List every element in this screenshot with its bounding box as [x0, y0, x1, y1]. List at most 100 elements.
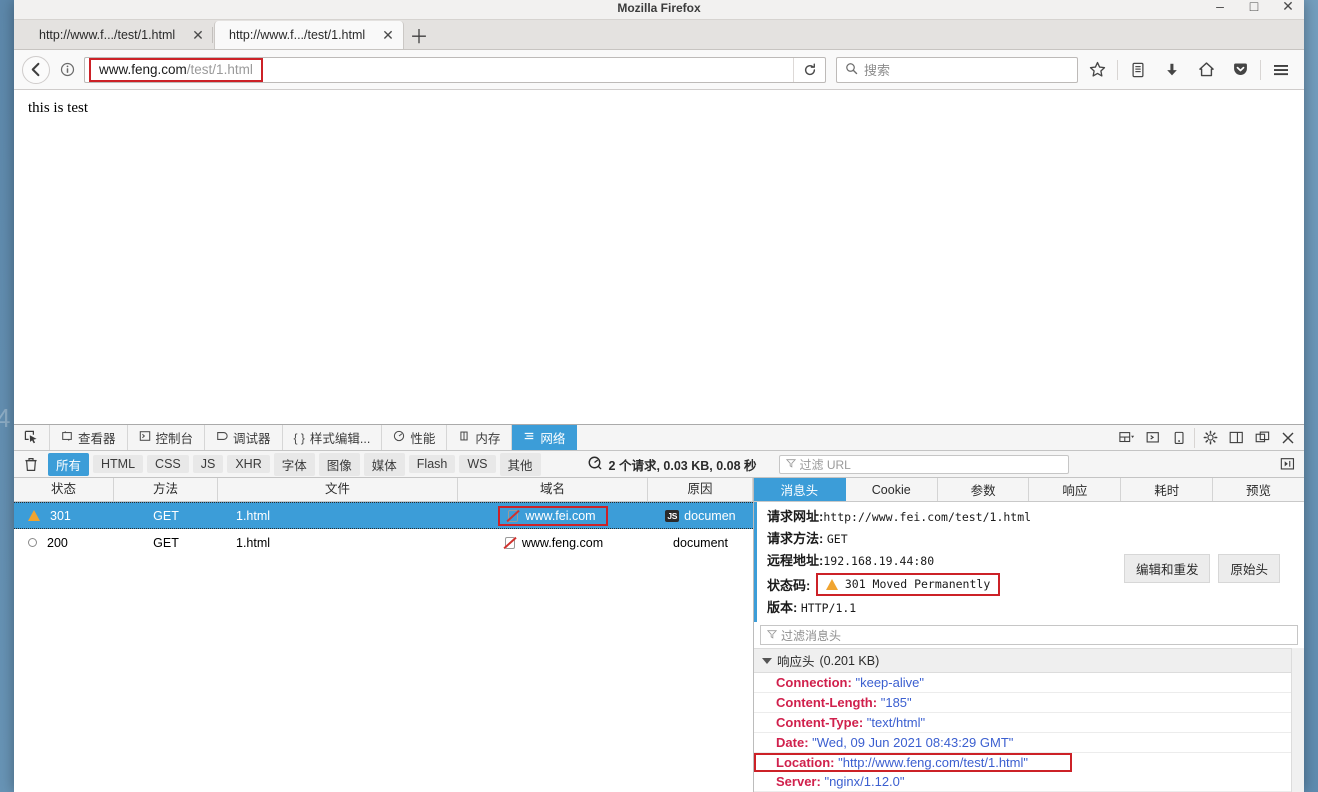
details-tab-cookies[interactable]: Cookie: [846, 478, 938, 501]
persist-logs-icon[interactable]: [1276, 457, 1298, 471]
filter-chip-css[interactable]: CSS: [147, 455, 189, 473]
search-input[interactable]: 搜索: [864, 60, 890, 79]
bookmark-star-icon[interactable]: [1082, 55, 1112, 85]
responsive-layout-icon[interactable]: [1115, 426, 1139, 450]
filter-chip-all[interactable]: 所有: [48, 452, 90, 476]
devtools-tab-label: 内存: [475, 432, 501, 446]
close-devtools-icon[interactable]: [1276, 426, 1300, 450]
filter-chip-ws[interactable]: WS: [459, 455, 496, 473]
devtools-tab-inspector[interactable]: 查看器: [50, 425, 128, 450]
header-colon: :: [847, 675, 852, 690]
devtools-tab-performance[interactable]: 性能: [382, 425, 448, 450]
style-editor-icon: { }: [293, 430, 305, 445]
window-titlebar: Mozilla Firefox – □ ✕: [14, 0, 1304, 20]
column-header-status[interactable]: 状态: [14, 478, 114, 501]
home-icon[interactable]: [1191, 55, 1221, 85]
new-tab-button[interactable]: ＋: [404, 21, 434, 49]
back-button[interactable]: [22, 55, 50, 84]
filter-chip-flash[interactable]: Flash: [408, 455, 456, 473]
filter-chip-js[interactable]: JS: [192, 455, 224, 473]
browser-tab-1[interactable]: http://www.f.../test/1.html ✕: [24, 21, 214, 49]
dock-side-icon[interactable]: [1224, 426, 1248, 450]
header-colon: :: [830, 755, 835, 770]
filter-chip-other[interactable]: 其他: [499, 452, 541, 476]
details-tab-headers[interactable]: 消息头: [754, 478, 846, 501]
insecure-icon: [503, 536, 516, 549]
tab-close-icon[interactable]: ✕: [189, 27, 207, 44]
table-row[interactable]: 200 GET 1.html www.feng.com document: [14, 529, 753, 556]
network-summary-text: 2 个请求, 0.03 KB, 0.08 秒: [608, 458, 757, 473]
close-window-button[interactable]: ✕: [1280, 0, 1296, 14]
filter-chip-images[interactable]: 图像: [318, 452, 360, 476]
header-colon: :: [872, 695, 878, 710]
devtools-tab-memory[interactable]: 内存: [447, 425, 513, 450]
details-tab-timings[interactable]: 耗时: [1121, 478, 1214, 501]
raw-headers-button[interactable]: 原始头: [1218, 554, 1280, 583]
toolbar-separator: [1260, 59, 1261, 80]
header-filter-placeholder: 过滤消息头: [781, 628, 842, 643]
devtools-tab-console[interactable]: 控制台: [128, 425, 206, 450]
search-bar[interactable]: 搜索: [836, 56, 1078, 83]
devtools-tab-network[interactable]: 网络: [512, 425, 578, 450]
filter-chip-media[interactable]: 媒体: [363, 452, 405, 476]
devtools-tab-label: 网络: [540, 432, 566, 446]
clear-requests-icon[interactable]: [20, 457, 42, 472]
header-value: "keep-alive": [855, 675, 924, 690]
warning-triangle-icon: [825, 579, 838, 590]
cause-text: documen: [684, 508, 736, 523]
headers-group-response[interactable]: 响应头 (0.201 KB): [754, 648, 1304, 673]
device-icon[interactable]: [1167, 426, 1191, 450]
filter-chip-fonts[interactable]: 字体: [273, 452, 315, 476]
devtools-body: 状态 方法 文件 域名 原因 301 GET 1.html www.fei.co…: [14, 478, 1304, 792]
column-header-domain[interactable]: 域名: [458, 478, 648, 501]
debugger-icon: [216, 430, 228, 445]
url-bar-value-highlight[interactable]: www.feng.com/test/1.html: [89, 57, 263, 82]
element-picker-icon[interactable]: [14, 425, 50, 450]
details-tab-response[interactable]: 响应: [1029, 478, 1122, 501]
url-filter-input[interactable]: 过滤 URL: [778, 454, 1069, 474]
details-tab-params[interactable]: 参数: [938, 478, 1030, 501]
browser-tab-2[interactable]: http://www.f.../test/1.html ✕: [214, 21, 404, 49]
devtools-tab-label: 样式编辑...: [309, 432, 371, 446]
pocket-icon[interactable]: [1225, 55, 1255, 85]
screenshot-icon[interactable]: [1141, 426, 1165, 450]
desktop-text-left: 4: [0, 403, 11, 433]
downloads-icon[interactable]: [1157, 55, 1187, 85]
tab-close-icon[interactable]: ✕: [379, 27, 397, 44]
summary-value: 192.168.19.44:80: [823, 554, 935, 568]
summary-label: 请求网址: [767, 509, 820, 524]
hamburger-menu-icon[interactable]: [1266, 55, 1296, 85]
column-header-file[interactable]: 文件: [218, 478, 458, 501]
memory-icon: [458, 430, 470, 445]
minimize-button[interactable]: –: [1212, 0, 1228, 14]
funnel-icon: [785, 457, 796, 471]
devtools-tab-label: 查看器: [78, 432, 116, 446]
summary-separator: :: [819, 531, 824, 546]
column-header-method[interactable]: 方法: [114, 478, 218, 501]
summary-label: 请求方法: [767, 531, 820, 546]
column-header-cause[interactable]: 原因: [648, 478, 753, 501]
filter-chip-xhr[interactable]: XHR: [227, 455, 270, 473]
throttling-icon[interactable]: [587, 455, 602, 473]
url-path: /test/1.html: [186, 62, 253, 77]
url-bar[interactable]: www.feng.com/test/1.html: [84, 56, 826, 83]
settings-gear-icon[interactable]: [1198, 426, 1222, 450]
header-filter-input[interactable]: 过滤消息头: [760, 625, 1298, 645]
details-scrollbar-track[interactable]: [1291, 648, 1304, 792]
details-tab-preview[interactable]: 预览: [1213, 478, 1304, 501]
library-icon[interactable]: [1123, 55, 1153, 85]
header-value: "185": [880, 695, 912, 710]
filter-chip-html[interactable]: HTML: [93, 455, 144, 473]
devtools-tab-label: 性能: [410, 432, 436, 446]
header-colon: :: [816, 774, 821, 789]
devtools-tab-debugger[interactable]: 调试器: [205, 425, 283, 450]
devtools-tab-style-editor[interactable]: { } 样式编辑...: [283, 425, 383, 450]
network-summary: 2 个请求, 0.03 KB, 0.08 秒: [587, 455, 757, 474]
detach-window-icon[interactable]: [1250, 426, 1274, 450]
reload-button[interactable]: [793, 57, 825, 82]
edit-and-resend-button[interactable]: 编辑和重发: [1123, 554, 1211, 583]
page-info-icon[interactable]: [56, 59, 78, 81]
maximize-button[interactable]: □: [1246, 0, 1262, 14]
cell-status: 301: [14, 509, 114, 523]
table-row[interactable]: 301 GET 1.html www.fei.com JS documen: [14, 502, 753, 529]
